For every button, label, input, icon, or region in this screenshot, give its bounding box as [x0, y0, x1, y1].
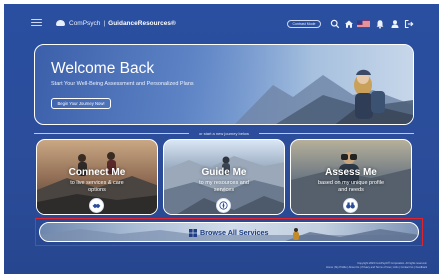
welcome-subtitle: Start Your Well-Being Assessment and Per… [51, 81, 194, 87]
assess-me-card[interactable]: Assess Me based on my unique profile and… [290, 139, 412, 215]
us-flag-icon[interactable] [357, 19, 370, 29]
guide-me-title: Guide Me [201, 167, 247, 178]
assess-me-title: Assess Me [325, 167, 377, 178]
begin-journey-button[interactable]: Begin Your Journey Now! [51, 98, 111, 109]
browse-all-services-label: Browse All Services [200, 228, 269, 237]
guide-me-card[interactable]: Guide Me to my resources and services [163, 139, 285, 215]
assess-me-subtitle: based on my unique profile and needs [317, 180, 385, 193]
footer-copyright: Copyright 2023 ComPsych® Corporation. Al… [357, 262, 427, 265]
cloud-logo-icon [56, 20, 65, 26]
welcome-title: Welcome Back [51, 60, 155, 77]
browse-all-services-button[interactable]: Browse All Services [39, 222, 419, 242]
home-icon[interactable] [344, 19, 354, 29]
handshake-icon [92, 203, 101, 209]
grid-icon [189, 228, 197, 237]
mountain-hiker-photo [213, 45, 413, 124]
top-header: ComPsych | GuidanceResources® Contrast M… [4, 4, 439, 40]
hamburger-icon[interactable] [31, 19, 42, 27]
screenshot-frame: ComPsych | GuidanceResources® Contrast M… [0, 0, 443, 278]
connect-me-subtitle: to live services & care options [70, 180, 124, 193]
binoculars-icon [346, 202, 355, 209]
person-icon[interactable] [390, 19, 400, 29]
connect-me-title: Connect Me [68, 167, 126, 178]
guide-me-badge [216, 198, 231, 213]
app-page: ComPsych | GuidanceResources® Contrast M… [4, 4, 439, 274]
compass-icon [219, 201, 228, 210]
footer-links[interactable]: Home | My Profile | About Us | Privacy a… [326, 266, 427, 269]
contrast-mode-button[interactable]: Contrast Mode [287, 20, 321, 28]
assess-me-badge [343, 198, 358, 213]
brand-product: GuidanceResources® [108, 19, 176, 27]
brand-separator: | [103, 19, 106, 27]
welcome-banner: Welcome Back Start Your Well-Being Asses… [34, 44, 414, 125]
connect-me-badge [89, 198, 104, 213]
sign-out-icon[interactable] [404, 19, 414, 29]
section-divider: or start a new journey below [34, 130, 414, 137]
search-icon[interactable] [330, 19, 340, 29]
browse-label: Browse All Services [189, 228, 268, 237]
guide-me-subtitle: to my resources and services [199, 180, 249, 193]
brand-name: ComPsych [69, 19, 101, 27]
brand-logo-link[interactable]: ComPsych | GuidanceResources® [56, 17, 176, 29]
connect-me-card[interactable]: Connect Me to live services & care optio… [36, 139, 158, 215]
divider-text: or start a new journey below [198, 131, 250, 136]
bell-icon[interactable] [375, 19, 385, 29]
